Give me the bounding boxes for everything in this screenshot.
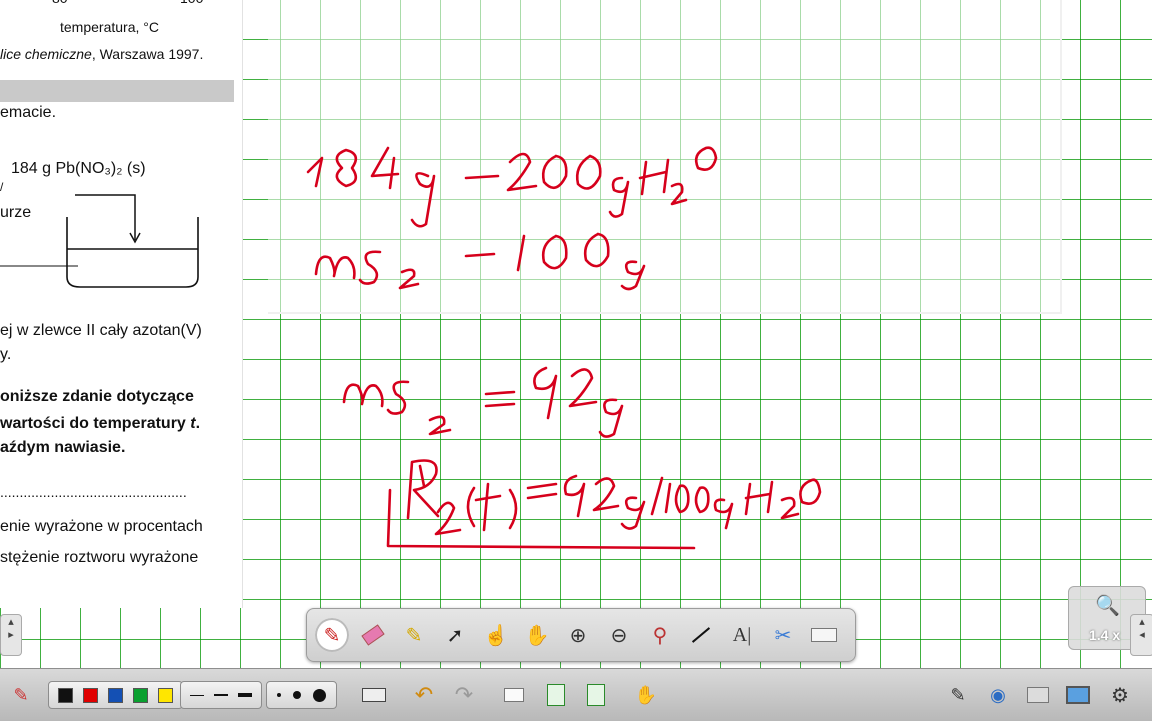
next-page-button[interactable] — [582, 681, 610, 709]
handwriting-line-4 — [406, 459, 822, 536]
redo-icon: ↷ — [454, 682, 474, 707]
globe-icon: ◉ — [990, 684, 1006, 705]
color-black-swatch[interactable] — [58, 687, 73, 703]
line-tool[interactable] — [684, 618, 718, 652]
magic-pen-tool[interactable]: ⚲ — [643, 618, 677, 652]
folder-icon — [1027, 687, 1049, 703]
text-tool-icon: A| — [732, 623, 752, 646]
text-tool[interactable]: A| — [725, 618, 759, 652]
page-previous-icon — [547, 684, 565, 706]
highlighter-tool-icon: ✎ — [405, 624, 423, 647]
chevron-right-icon: ▸ — [8, 629, 14, 641]
point-medium[interactable] — [293, 691, 301, 699]
zoom-level-label: 1.4 x — [1089, 627, 1121, 643]
zoom-out-icon: ⊖ — [610, 624, 628, 647]
gear-icon: ⚙ — [1111, 684, 1129, 707]
pen-settings-button[interactable]: ✎ — [8, 681, 34, 709]
eraser-tool-icon — [361, 624, 385, 646]
zoom-in-icon: ⊕ — [569, 624, 587, 647]
line-width-group — [180, 681, 262, 709]
highlighter-tool[interactable]: ✎ — [397, 618, 431, 652]
line-tool-icon — [691, 627, 711, 643]
pen-tool[interactable]: ✎ — [315, 618, 349, 652]
undo-button[interactable]: ↶ — [410, 681, 438, 709]
undo-icon: ↶ — [414, 682, 434, 707]
right-scroll-handle[interactable]: ▴ ◂ — [1130, 614, 1152, 656]
left-scroll-handle[interactable]: ▴ ▸ — [0, 614, 22, 656]
point-size-group — [266, 681, 337, 709]
redo-button[interactable]: ↷ — [450, 681, 478, 709]
color-yellow-swatch[interactable] — [158, 687, 173, 703]
page-next-icon — [587, 684, 605, 706]
handwriting-line-2 — [314, 232, 646, 291]
chevron-up-icon: ▴ — [8, 616, 14, 628]
zoom-in-tool[interactable]: ⊕ — [561, 618, 595, 652]
browser-button[interactable]: ◉ — [984, 681, 1012, 709]
line-thick[interactable] — [238, 693, 252, 697]
handwriting-line-3 — [342, 366, 624, 438]
previous-page-button[interactable] — [542, 681, 570, 709]
color-palette — [48, 681, 183, 709]
whiteboard-mode-button[interactable]: ✎ — [944, 681, 972, 709]
display-button[interactable] — [1064, 681, 1092, 709]
floating-toolbar: ✎ ✎ ➚ ☝ ✋ ⊕ ⊖ ⚲ A| ✂ — [306, 608, 856, 662]
pens-icon: ✎ — [13, 684, 29, 705]
chevron-left-icon: ◂ — [1139, 629, 1145, 641]
handwriting-layer — [306, 146, 822, 550]
pan-hand-icon: ✋ — [524, 624, 550, 647]
keyboard-icon — [811, 628, 837, 642]
color-blue-swatch[interactable] — [108, 687, 123, 703]
bottom-toolbar: ✎ ↶ ↷ ✋ ✎ ◉ ⚙ — [0, 668, 1152, 721]
pen-tool-icon: ✎ — [323, 624, 341, 647]
select-tool[interactable]: ➚ — [438, 618, 472, 652]
point-large[interactable] — [313, 688, 326, 702]
answer-underline — [386, 488, 696, 550]
files-button[interactable] — [1024, 681, 1052, 709]
pan-tool[interactable]: ✋ — [520, 618, 554, 652]
zoom-out-tool[interactable]: ⊖ — [602, 618, 636, 652]
pointer-tool[interactable]: ☝ — [479, 618, 513, 652]
monitor-icon — [1066, 686, 1090, 704]
screen-capture-tool[interactable]: ✂ — [766, 618, 800, 652]
add-page-icon — [504, 688, 524, 702]
color-green-swatch[interactable] — [133, 687, 148, 703]
pointer-hand-icon: ☝ — [483, 624, 509, 647]
whiteboard-icon: ✎ — [950, 684, 966, 705]
add-page-button[interactable] — [500, 681, 528, 709]
point-small[interactable] — [277, 693, 281, 697]
line-thin[interactable] — [190, 694, 204, 696]
keyboard-button[interactable] — [360, 681, 388, 709]
gesture-button[interactable]: ✋ — [632, 681, 660, 709]
keyboard-tool[interactable] — [807, 618, 841, 652]
gesture-hand-icon: ✋ — [634, 684, 658, 705]
keyboard-icon — [362, 688, 386, 702]
color-red-swatch[interactable] — [83, 687, 98, 703]
eraser-tool[interactable] — [356, 618, 390, 652]
handwriting-line-1 — [306, 146, 718, 228]
line-medium[interactable] — [214, 694, 228, 696]
chevron-up-icon: ▴ — [1139, 616, 1145, 628]
settings-button[interactable]: ⚙ — [1106, 681, 1134, 709]
screen-capture-icon: ✂ — [774, 624, 792, 647]
select-arrow-icon: ➚ — [446, 624, 464, 647]
magnifier-icon: 🔍 — [1095, 595, 1120, 617]
magic-pen-icon: ⚲ — [652, 624, 668, 647]
